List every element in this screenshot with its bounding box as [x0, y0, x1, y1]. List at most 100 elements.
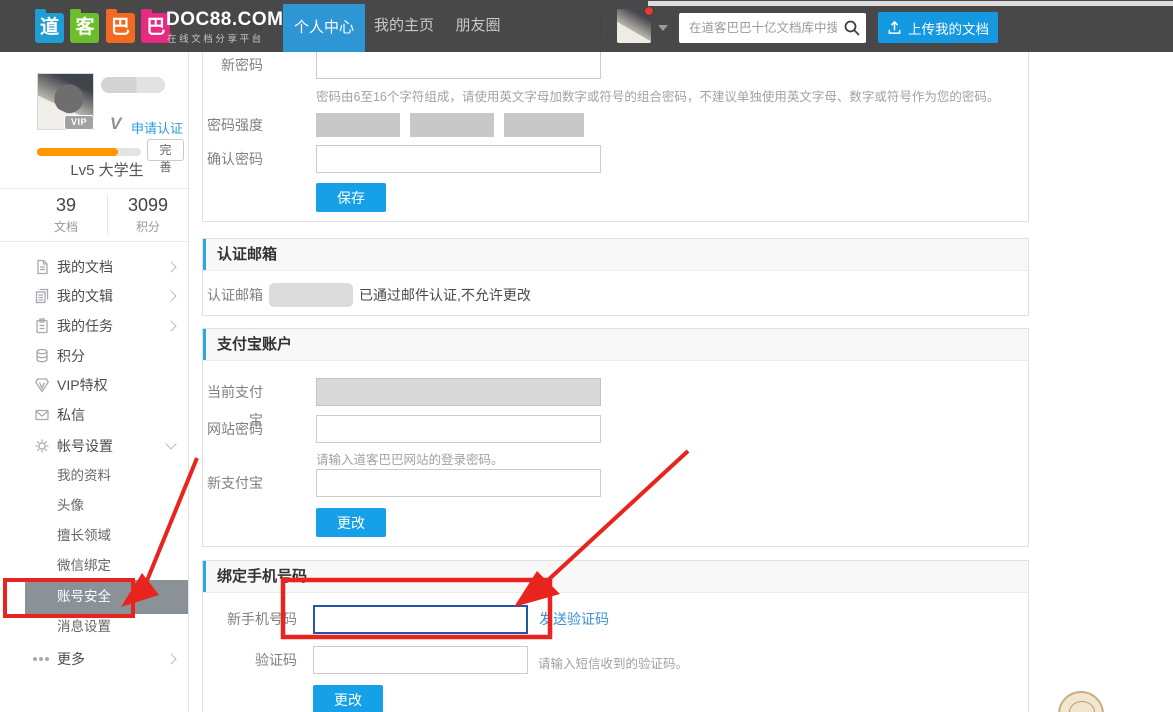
ellipsis-icon	[33, 657, 37, 661]
email-status-text: 已通过邮件认证,不允许更改	[359, 281, 531, 309]
blue-accent-bar	[203, 329, 206, 360]
logo-char: 客	[70, 13, 99, 43]
save-button[interactable]: 保存	[316, 183, 386, 212]
complete-profile-button[interactable]: 完善	[147, 139, 184, 161]
search-input[interactable]	[687, 14, 839, 42]
chevron-down-icon	[165, 438, 176, 449]
points-icon	[34, 348, 50, 364]
sidebar-item-label: 我的文辑	[57, 281, 113, 311]
documents-label: 文档	[25, 218, 107, 235]
chevron-right-icon	[165, 653, 176, 664]
certification-v-icon: V	[110, 114, 121, 134]
sidebar-item-wechat-binding[interactable]: 微信绑定	[0, 551, 188, 581]
site-password-hint: 请输入道客巴巴网站的登录密码。	[316, 449, 504, 468]
search-box	[679, 13, 866, 43]
code-hint: 请输入短信收到的验证码。	[538, 653, 688, 672]
new-password-input[interactable]	[316, 51, 601, 79]
email-panel-header: 认证邮箱	[203, 239, 1028, 271]
header-avatar[interactable]	[617, 9, 651, 43]
sidebar-item-vip[interactable]: VIP特权	[0, 370, 188, 400]
strength-block	[504, 113, 584, 137]
message-icon	[34, 407, 50, 423]
new-phone-input-focused[interactable]	[313, 605, 528, 634]
points-count: 3099	[107, 195, 189, 216]
alipay-change-button[interactable]: 更改	[316, 508, 386, 537]
sidebar-item-expertise[interactable]: 擅长领域	[0, 521, 188, 551]
notification-dot	[644, 6, 654, 16]
sidebar-item-label: 私信	[57, 400, 85, 430]
nav-tab-personal-center[interactable]: 个人中心	[283, 4, 365, 52]
logo-tile: 道	[35, 13, 64, 43]
send-code-link[interactable]: 发送验证码	[539, 605, 609, 634]
sidebar-item-label: 积分	[57, 341, 85, 371]
sidebar-item-account-security-selected[interactable]: 账号安全	[25, 580, 188, 614]
new-phone-label: 新手机号码	[203, 605, 297, 633]
new-alipay-label: 新支付宝	[203, 469, 263, 497]
apply-certification-link[interactable]: 申请认证	[131, 118, 183, 137]
nav-tab-friend-circle[interactable]: 朋友圈	[448, 0, 508, 52]
nav-tab-my-homepage[interactable]: 我的主页	[368, 0, 440, 52]
stat-documents[interactable]: 39 文档	[25, 195, 108, 235]
site-password-input[interactable]	[316, 415, 601, 443]
sidebar: VIP V 申请认证 完善 Lv5 大学生 39 文档 3099 积分 我的文档	[0, 52, 189, 712]
sidebar-item-account-settings[interactable]: 帐号设置	[0, 431, 188, 461]
sidebar-item-more[interactable]: 更多	[0, 644, 188, 674]
alipay-panel-header: 支付宝账户	[203, 329, 1028, 361]
sidebar-item-points[interactable]: 积分	[0, 341, 188, 371]
sidebar-item-label: 账号安全	[57, 580, 111, 614]
collection-icon	[34, 288, 50, 304]
sidebar-item-avatar[interactable]: 头像	[0, 491, 188, 521]
mascot-face	[1069, 701, 1095, 712]
sidebar-item-message-settings[interactable]: 消息设置	[0, 612, 188, 642]
alipay-panel-title: 支付宝账户	[217, 329, 292, 360]
upload-button-label: 上传我的文档	[908, 18, 989, 38]
alipay-panel: 支付宝账户 当前支付宝 网站密码 请输入道客巴巴网站的登录密码。 新支付宝 更改	[202, 328, 1029, 547]
sidebar-item-label: 我的资料	[57, 461, 111, 491]
strength-block	[316, 113, 400, 137]
email-panel-title: 认证邮箱	[217, 239, 277, 270]
sidebar-item-my-collections[interactable]: 我的文辑	[0, 281, 188, 311]
redacted-username	[101, 77, 165, 93]
verification-code-input[interactable]	[313, 646, 528, 674]
profile-progress-fill	[37, 148, 118, 156]
sidebar-item-messages[interactable]: 私信	[0, 400, 188, 430]
task-icon	[34, 318, 50, 334]
site-logo[interactable]: 道 客 巴 巴	[35, 13, 172, 43]
password-strength-label: 密码强度	[203, 111, 263, 139]
stat-points[interactable]: 3099 积分	[107, 195, 189, 235]
sidebar-item-my-profile[interactable]: 我的资料	[0, 461, 188, 491]
brand-name[interactable]: DOC88.COM	[166, 9, 283, 31]
new-password-label: 新密码	[203, 51, 263, 79]
search-icon[interactable]	[843, 19, 861, 37]
brand-tagline: 在线文档分享平台	[167, 31, 264, 45]
app-header: 道 客 巴 巴 DOC88.COM 在线文档分享平台 个人中心 我的主页 朋友圈…	[0, 0, 1173, 52]
sidebar-item-label: 我的文档	[57, 252, 113, 282]
vip-icon	[34, 377, 50, 393]
floating-mascot-widget[interactable]	[1058, 691, 1104, 712]
strength-block	[410, 113, 494, 137]
logo-char: 巴	[106, 13, 135, 43]
verified-email-label: 认证邮箱	[203, 281, 263, 309]
profile-progress-bar	[37, 148, 141, 156]
confirm-password-input[interactable]	[316, 145, 601, 173]
vip-badge: VIP	[64, 115, 94, 130]
phone-panel-header: 绑定手机号码	[203, 561, 1028, 593]
sidebar-item-label: 擅长领域	[57, 521, 111, 551]
user-stats: 39 文档 3099 积分	[0, 188, 188, 242]
phone-change-button[interactable]: 更改	[313, 685, 383, 712]
phone-panel: 绑定手机号码 新手机号码 发送验证码 验证码 请输入短信收到的验证码。 更改	[202, 560, 1029, 712]
document-icon	[34, 259, 50, 275]
sidebar-item-label: 我的任务	[57, 311, 113, 341]
upload-icon	[887, 20, 902, 35]
new-alipay-input[interactable]	[316, 469, 601, 497]
confirm-password-label: 确认密码	[203, 145, 263, 173]
site-password-label: 网站密码	[203, 415, 263, 443]
chevron-right-icon	[165, 320, 176, 331]
upload-documents-button[interactable]: 上传我的文档	[878, 12, 998, 43]
sidebar-item-my-tasks[interactable]: 我的任务	[0, 311, 188, 341]
sidebar-item-my-documents[interactable]: 我的文档	[0, 252, 188, 282]
avatar-dropdown-caret-icon[interactable]	[658, 25, 668, 31]
sidebar-item-label: 帐号设置	[57, 431, 113, 461]
points-label: 积分	[107, 218, 189, 235]
user-level: Lv5 大学生	[25, 159, 189, 180]
